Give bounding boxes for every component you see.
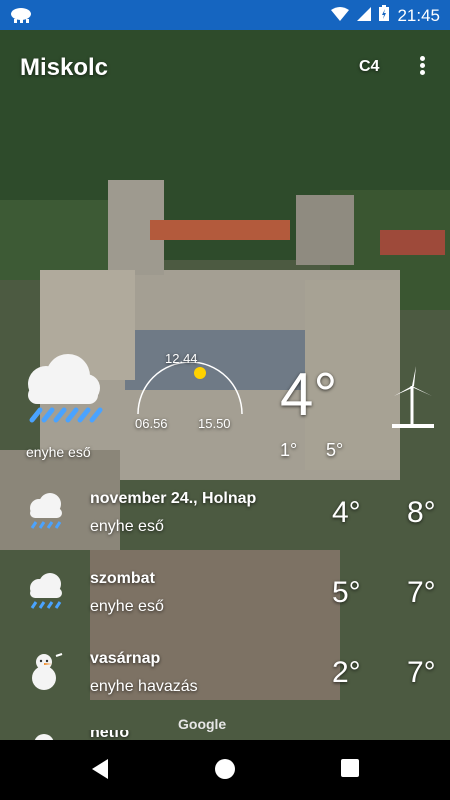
city-title[interactable]: Miskolc: [20, 54, 108, 82]
sunrise-time: 06.56: [135, 416, 168, 431]
cloud-rain-icon: [10, 6, 32, 29]
forecast-low: 4°: [332, 496, 361, 529]
forecast-low: 5°: [332, 576, 361, 609]
forecast-high: 7°: [407, 576, 436, 609]
forecast-row-1[interactable]: november 24., Holnap enyhe eső 4° 8°: [0, 490, 450, 570]
forecast-day: vasárnap: [90, 650, 161, 667]
sunset-time: 15.50: [198, 416, 231, 431]
current-temperature: 4°: [280, 361, 338, 428]
forecast-day: hétfő: [90, 730, 130, 740]
forecast-day: november 24., Holnap: [90, 490, 257, 507]
clock: 21:45: [397, 5, 440, 25]
rain-cloud-icon: [24, 490, 68, 539]
forecast-day: szombat: [90, 570, 155, 587]
forecast-row-2[interactable]: szombat enyhe eső 5° 7°: [0, 570, 450, 650]
recents-icon[interactable]: [340, 758, 360, 783]
status-bar: 21:45: [0, 0, 450, 30]
sun-icon: [193, 366, 207, 385]
solar-noon-time: 12.44: [165, 351, 198, 366]
unit-toggle-button[interactable]: C4: [359, 58, 379, 76]
current-condition: enyhe eső: [26, 444, 91, 460]
wind-turbine-icon: [388, 366, 438, 437]
rain-cloud-icon: [18, 348, 104, 439]
today-min-temp: 1°: [280, 440, 298, 460]
battery-charging-icon: [379, 5, 390, 26]
sun-arc: [137, 362, 243, 415]
forecast-high: 8°: [407, 496, 436, 529]
snowman-icon: [24, 650, 68, 699]
forecast-low: 2°: [332, 656, 361, 689]
navigation-bar: [0, 740, 450, 800]
more-vert-icon[interactable]: [414, 54, 430, 78]
home-icon[interactable]: [214, 758, 236, 785]
signal-icon: [357, 6, 372, 26]
wifi-icon: [331, 6, 350, 26]
forecast-condition: enyhe eső: [90, 518, 164, 535]
forecast-condition: enyhe eső: [90, 598, 164, 615]
back-icon[interactable]: [90, 758, 110, 785]
forecast-condition: enyhe havazás: [90, 678, 198, 695]
google-attribution: Google: [178, 716, 227, 732]
forecast-high: 7°: [407, 656, 436, 689]
weather-icon: [24, 730, 68, 740]
rain-cloud-icon: [24, 570, 68, 619]
today-max-temp: 5°: [326, 440, 344, 460]
